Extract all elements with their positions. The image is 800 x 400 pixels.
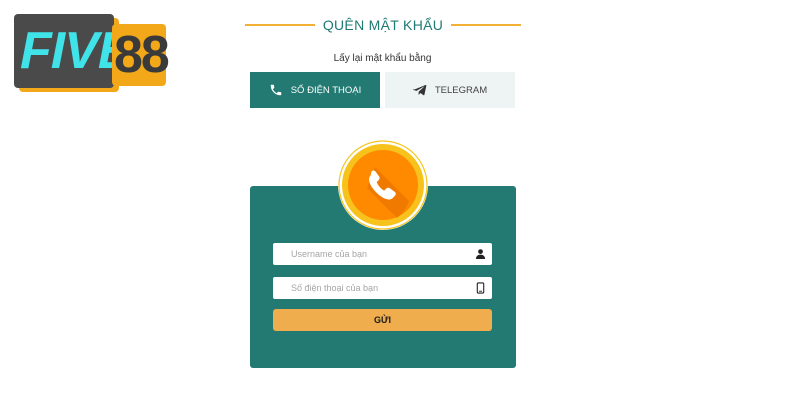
five88-logo[interactable]: FIVE 88 — [14, 14, 170, 90]
phone-icon — [270, 84, 281, 96]
submit-button[interactable]: GỬI — [273, 309, 492, 331]
telegram-icon — [413, 84, 427, 96]
user-icon — [475, 249, 486, 260]
recovery-method-label: Lấy lại mật khẩu bằng — [333, 53, 432, 64]
tab-phone-number[interactable]: SỐ ĐIỆN THOẠI — [250, 72, 380, 108]
tab-telegram-label: TELEGRAM — [434, 84, 488, 96]
mobile-phone-icon — [476, 282, 485, 294]
phone-number-input[interactable] — [291, 277, 471, 299]
username-input[interactable] — [291, 243, 471, 265]
logo-88-text: 88 — [114, 26, 170, 84]
title-divider-right — [451, 24, 521, 26]
tab-phone-number-label: SỐ ĐIỆN THOẠI — [290, 84, 362, 96]
phone-number-field[interactable] — [273, 277, 492, 299]
phone-badge-icon — [338, 140, 428, 230]
username-field[interactable] — [273, 243, 492, 265]
page-title-row: QUÊN MẬT KHẨU — [245, 14, 521, 36]
tab-telegram[interactable]: TELEGRAM — [385, 72, 515, 108]
